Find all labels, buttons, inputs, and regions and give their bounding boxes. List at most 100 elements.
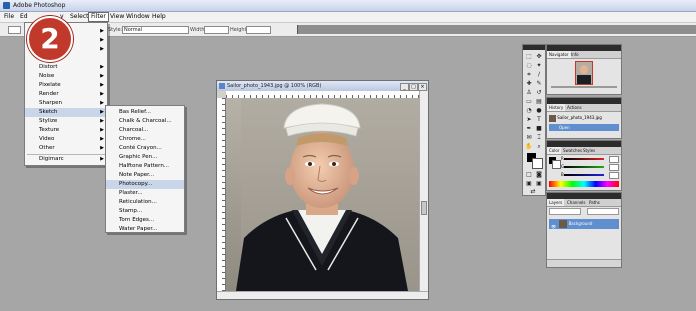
layers-footer-buttons[interactable]: [547, 259, 621, 267]
filter-item-other[interactable]: Other ▶: [25, 144, 107, 153]
menu-help[interactable]: Help: [150, 13, 168, 21]
marquee-tool-icon[interactable]: ⬚: [525, 53, 533, 60]
blur-tool-icon[interactable]: ◔: [525, 107, 533, 114]
sketch-item-note-paper[interactable]: Note Paper...: [106, 171, 184, 180]
background-color-swatch[interactable]: [532, 158, 543, 169]
document-window[interactable]: Sailor_photo_1943.jpg @ 100% (RGB) _ □ ×: [216, 80, 429, 300]
eraser-tool-icon[interactable]: ▭: [525, 98, 533, 105]
filter-item-sharpen[interactable]: Sharpen ▶: [25, 99, 107, 108]
sketch-item-chalk-charcoal[interactable]: Chalk & Charcoal...: [106, 117, 184, 126]
minimize-icon[interactable]: _: [400, 83, 409, 91]
scroll-thumb[interactable]: [421, 201, 427, 215]
filter-item-video[interactable]: Video ▶: [25, 135, 107, 144]
slice-tool-icon[interactable]: ∕: [535, 71, 543, 78]
menu-filter[interactable]: Filter: [88, 12, 109, 22]
red-value-field[interactable]: [609, 156, 619, 163]
zoom-slider[interactable]: [551, 86, 617, 88]
sketch-item-plaster[interactable]: Plaster...: [106, 189, 184, 198]
sketch-item-graphic-pen[interactable]: Graphic Pen...: [106, 153, 184, 162]
eyedropper-tool-icon[interactable]: ⌶: [535, 134, 543, 141]
tab-channels[interactable]: Channels: [565, 199, 588, 206]
horizontal-scrollbar[interactable]: [217, 291, 428, 299]
filter-item-noise[interactable]: Noise ▶: [25, 72, 107, 81]
hand-tool-icon[interactable]: ✋: [525, 143, 533, 150]
image-canvas[interactable]: [226, 98, 419, 291]
screen-mode-icon[interactable]: ▣: [525, 180, 533, 187]
maximize-icon[interactable]: □: [409, 83, 418, 91]
sketch-item-charcoal[interactable]: Charcoal...: [106, 126, 184, 135]
screen-mode-full-icon[interactable]: ▣: [535, 180, 543, 187]
blue-value-field[interactable]: [609, 172, 619, 179]
jump-to-imageready-icon[interactable]: ⇄: [529, 188, 537, 195]
blue-slider[interactable]: [564, 174, 604, 176]
sketch-item-photocopy[interactable]: Photocopy...: [106, 180, 184, 189]
pen-tool-icon[interactable]: ✒: [525, 125, 533, 132]
tool-preset-picker[interactable]: [8, 26, 21, 34]
tab-actions[interactable]: Actions: [565, 104, 584, 111]
filter-item-distort[interactable]: Distort ▶: [25, 63, 107, 72]
gradient-tool-icon[interactable]: ▤: [535, 98, 543, 105]
path-selection-tool-icon[interactable]: ➤: [525, 116, 533, 123]
menu-file[interactable]: File: [2, 13, 16, 21]
tab-color[interactable]: Color: [547, 147, 562, 154]
red-slider[interactable]: [564, 158, 604, 160]
tab-history[interactable]: History: [547, 104, 566, 111]
close-icon[interactable]: ×: [418, 83, 427, 91]
width-field[interactable]: [204, 26, 229, 34]
sketch-item-stamp[interactable]: Stamp...: [106, 207, 184, 216]
tab-layers[interactable]: Layers: [547, 199, 565, 206]
crop-tool-icon[interactable]: ⌗: [525, 71, 533, 78]
sketch-item-chrome[interactable]: Chrome...: [106, 135, 184, 144]
panel-tabs: History Actions: [547, 104, 621, 112]
photoshop-app: Adobe Photoshop File Ed y Select Filter …: [0, 0, 696, 311]
lasso-tool-icon[interactable]: ◌: [525, 62, 533, 69]
tab-paths[interactable]: Paths: [587, 199, 602, 206]
filter-item-sketch[interactable]: Sketch ▶: [25, 108, 107, 117]
standard-mode-icon[interactable]: □: [525, 171, 533, 178]
brush-tool-icon[interactable]: ✎: [535, 80, 543, 87]
notes-tool-icon[interactable]: ✉: [525, 134, 533, 141]
history-state-row[interactable]: Open: [549, 124, 619, 131]
sketch-item-reticulation[interactable]: Reticulation...: [106, 198, 184, 207]
magic-wand-tool-icon[interactable]: ✦: [535, 62, 543, 69]
blend-mode-select[interactable]: [549, 208, 581, 215]
sketch-item-halftone-pattern[interactable]: Halftone Pattern...: [106, 162, 184, 171]
eye-icon[interactable]: 👁: [551, 222, 556, 229]
healing-brush-tool-icon[interactable]: ✚: [525, 80, 533, 87]
vertical-scrollbar[interactable]: [419, 91, 428, 291]
shape-tool-icon[interactable]: ■: [535, 125, 543, 132]
tab-navigator[interactable]: Navigator: [547, 51, 571, 58]
dodge-tool-icon[interactable]: ●: [535, 107, 543, 114]
filter-item-digimarc[interactable]: Digimarc ▶: [25, 155, 107, 164]
quick-mask-mode-icon[interactable]: ◙: [535, 171, 543, 178]
history-snapshot-row[interactable]: Sailor_photo_1943.jpg: [549, 113, 619, 122]
background-color-chip[interactable]: [552, 160, 561, 169]
sketch-item-bas-relief[interactable]: Bas Relief...: [106, 108, 184, 117]
style-select[interactable]: Normal: [122, 26, 189, 34]
opacity-field[interactable]: [587, 208, 619, 215]
clone-stamp-tool-icon[interactable]: ♙: [525, 89, 533, 96]
sketch-item-water-paper[interactable]: Water Paper...: [106, 225, 184, 234]
navigator-thumbnail[interactable]: [575, 61, 593, 85]
sketch-item-torn-edges[interactable]: Torn Edges...: [106, 216, 184, 225]
sketch-item-conte-crayon[interactable]: Conté Crayon...: [106, 144, 184, 153]
height-field[interactable]: [246, 26, 271, 34]
filter-item-pixelate[interactable]: Pixelate ▶: [25, 81, 107, 90]
menu-window[interactable]: Window: [124, 13, 152, 21]
move-tool-icon[interactable]: ✥: [535, 53, 543, 60]
menu-edit[interactable]: Ed: [18, 13, 30, 21]
filter-item-stylize[interactable]: Stylize ▶: [25, 117, 107, 126]
filter-item-render[interactable]: Render ▶: [25, 90, 107, 99]
layer-row-background[interactable]: 👁 Background: [549, 219, 619, 229]
zoom-tool-icon[interactable]: ⌕: [535, 143, 543, 150]
document-title-bar[interactable]: Sailor_photo_1943.jpg @ 100% (RGB) _ □ ×: [217, 81, 428, 91]
tab-styles[interactable]: Styles: [581, 147, 597, 154]
green-slider[interactable]: [564, 166, 604, 168]
green-value-field[interactable]: [609, 164, 619, 171]
tab-info[interactable]: Info: [569, 51, 581, 58]
palette-grip[interactable]: [523, 45, 545, 50]
filter-item-texture[interactable]: Texture ▶: [25, 126, 107, 135]
type-tool-icon[interactable]: T: [535, 116, 543, 123]
color-ramp[interactable]: [549, 181, 619, 187]
history-brush-tool-icon[interactable]: ↺: [535, 89, 543, 96]
